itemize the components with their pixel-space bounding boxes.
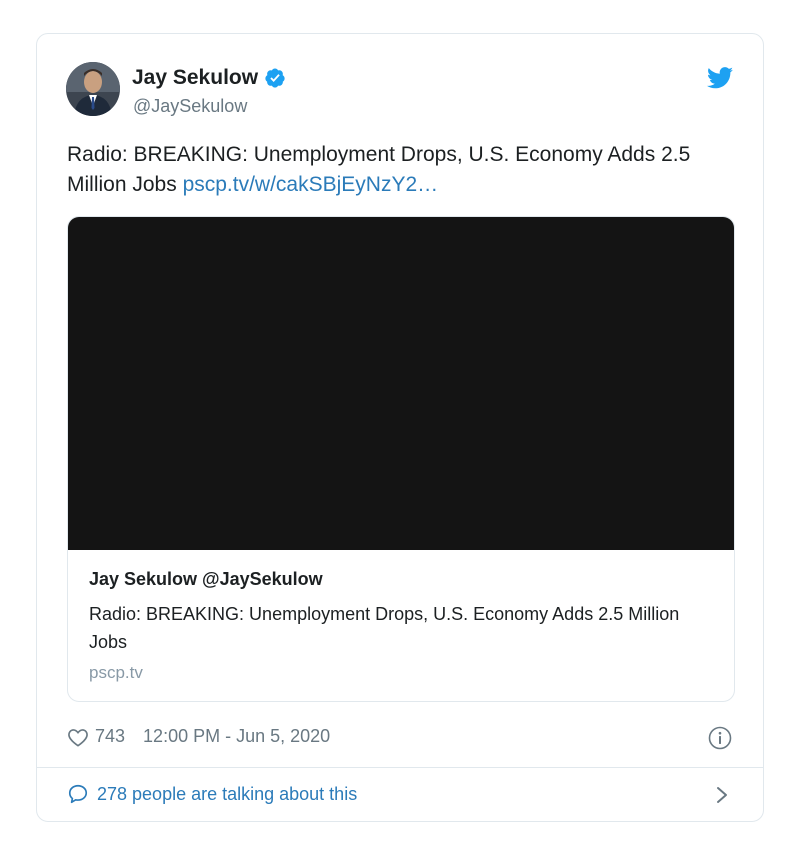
card-domain[interactable]: pscp.tv bbox=[89, 663, 143, 683]
info-icon[interactable] bbox=[708, 726, 732, 750]
link-card[interactable]: Jay Sekulow @JaySekulow Radio: BREAKING:… bbox=[67, 216, 735, 702]
like-count[interactable]: 743 bbox=[95, 726, 125, 747]
avatar[interactable] bbox=[66, 62, 120, 116]
twitter-bird-icon[interactable] bbox=[707, 67, 733, 89]
divider bbox=[37, 767, 763, 768]
tweet-embed: Jay Sekulow @JaySekulow Radio: BREAKING:… bbox=[36, 33, 764, 822]
heart-icon[interactable] bbox=[67, 727, 89, 747]
chevron-right-icon[interactable] bbox=[715, 785, 729, 805]
conversation-link[interactable]: 278 people are talking about this bbox=[67, 783, 357, 805]
timestamp[interactable]: 12:00 PM - Jun 5, 2020 bbox=[143, 726, 330, 747]
author-name[interactable]: Jay Sekulow bbox=[132, 66, 258, 90]
author-handle[interactable]: @JaySekulow bbox=[133, 96, 247, 117]
tweet-meta: 743 12:00 PM - Jun 5, 2020 bbox=[67, 726, 330, 747]
verified-badge-icon bbox=[264, 67, 286, 89]
card-title[interactable]: Jay Sekulow @JaySekulow bbox=[89, 569, 323, 590]
tweet-link[interactable]: pscp.tv/w/cakSBjEyNzY2… bbox=[183, 173, 439, 196]
conversation-text[interactable]: 278 people are talking about this bbox=[97, 784, 357, 805]
card-description[interactable]: Radio: BREAKING: Unemployment Drops, U.S… bbox=[89, 600, 719, 656]
author-name-row[interactable]: Jay Sekulow bbox=[132, 66, 286, 90]
card-media[interactable] bbox=[68, 217, 734, 550]
tweet-text: Radio: BREAKING: Unemployment Drops, U.S… bbox=[67, 140, 739, 200]
speech-bubble-icon bbox=[67, 783, 89, 805]
